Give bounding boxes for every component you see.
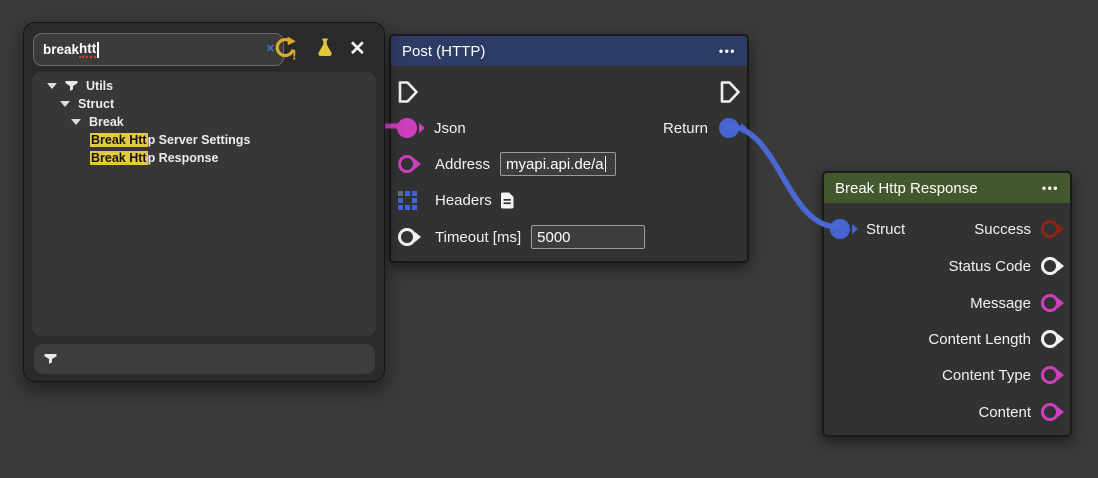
node-post-http-header[interactable]: Post (HTTP) ••• [391, 36, 747, 66]
tree-item-break[interactable]: Break [32, 113, 376, 131]
node-menu-button[interactable]: ••• [719, 44, 736, 58]
chevron-down-icon[interactable] [71, 119, 81, 125]
node-menu-button[interactable]: ••• [1042, 181, 1059, 195]
headers-pin-label: Headers [435, 192, 492, 209]
return-pin-label: Return [663, 120, 708, 137]
output-label: Content [978, 404, 1031, 421]
message-output-socket[interactable] [1041, 294, 1059, 312]
category-funnel-icon [65, 80, 78, 92]
exec-in-pin-icon[interactable] [397, 80, 419, 104]
refresh-alert-icon[interactable]: ! [274, 36, 298, 62]
search-match-highlight: Break Htt [90, 133, 148, 147]
output-label: Content Type [942, 367, 1031, 384]
search-match-highlight: Break Htt [90, 151, 148, 165]
node-post-http[interactable]: Post (HTTP) ••• Json Return Address myap… [389, 34, 749, 263]
node-editor-canvas[interactable]: Post (HTTP) ••• Json Return Address myap… [0, 0, 1098, 478]
map-type-socket-icon[interactable] [398, 191, 417, 210]
json-pin-label: Json [434, 120, 466, 137]
tree-label: Break [89, 115, 124, 129]
tree-item-break-http-server-settings[interactable]: Break Http Server Settings [32, 131, 376, 149]
filter-funnel-icon [44, 353, 57, 365]
struct-input-socket[interactable] [830, 219, 850, 239]
output-label: Content Length [928, 331, 1031, 348]
content-length-output-socket[interactable] [1041, 330, 1059, 348]
chevron-down-icon[interactable] [47, 83, 57, 89]
output-label: Status Code [948, 258, 1031, 275]
node-title: Break Http Response [835, 180, 978, 197]
content-output-socket[interactable] [1041, 403, 1059, 421]
filter-bar[interactable] [34, 344, 375, 374]
node-break-http-response[interactable]: Break Http Response ••• Struct Success S… [822, 171, 1072, 437]
content-type-output-socket[interactable] [1041, 366, 1059, 384]
node-title: Post (HTTP) [402, 43, 485, 60]
close-panel-icon[interactable]: ✕ [349, 40, 366, 58]
address-input-socket[interactable] [398, 155, 416, 173]
tree-label: Utils [86, 79, 113, 93]
json-input-socket[interactable] [397, 118, 417, 138]
node-search-panel[interactable]: break htt ✕ ! ✕ Utils Struct [23, 22, 385, 382]
tree-label: p Server Settings [148, 133, 251, 147]
return-output-socket[interactable] [719, 118, 739, 138]
chevron-down-icon[interactable] [60, 101, 70, 107]
address-pin-label: Address [435, 156, 490, 173]
output-label: Message [970, 295, 1031, 312]
success-output-socket[interactable] [1041, 220, 1059, 238]
output-label: Success [974, 221, 1031, 238]
tree-label: Struct [78, 97, 114, 111]
search-text-misspelled: htt [79, 41, 96, 58]
search-input[interactable]: break htt ✕ [33, 33, 284, 66]
timeout-input-socket[interactable] [398, 228, 416, 246]
tree-label: p Response [148, 151, 219, 165]
address-field[interactable]: myapi.api.de/a [500, 152, 616, 176]
timeout-field[interactable]: 5000 [531, 225, 645, 249]
timeout-pin-label: Timeout [ms] [435, 229, 521, 246]
tree-item-utils[interactable]: Utils [32, 77, 376, 95]
search-results-tree: Utils Struct Break Break Http Server Set… [32, 72, 376, 336]
text-caret [605, 156, 607, 172]
tree-item-break-http-response[interactable]: Break Http Response [32, 149, 376, 167]
status-code-output-socket[interactable] [1041, 257, 1059, 275]
node-break-header[interactable]: Break Http Response ••• [824, 173, 1070, 203]
experiment-flask-icon[interactable] [315, 37, 335, 59]
svg-text:!: ! [292, 47, 297, 63]
tree-item-struct[interactable]: Struct [32, 95, 376, 113]
document-icon[interactable] [500, 192, 515, 209]
struct-pin-label: Struct [866, 221, 905, 238]
text-caret [97, 42, 99, 58]
search-text: break [43, 42, 79, 57]
exec-out-pin-icon[interactable] [719, 80, 741, 104]
